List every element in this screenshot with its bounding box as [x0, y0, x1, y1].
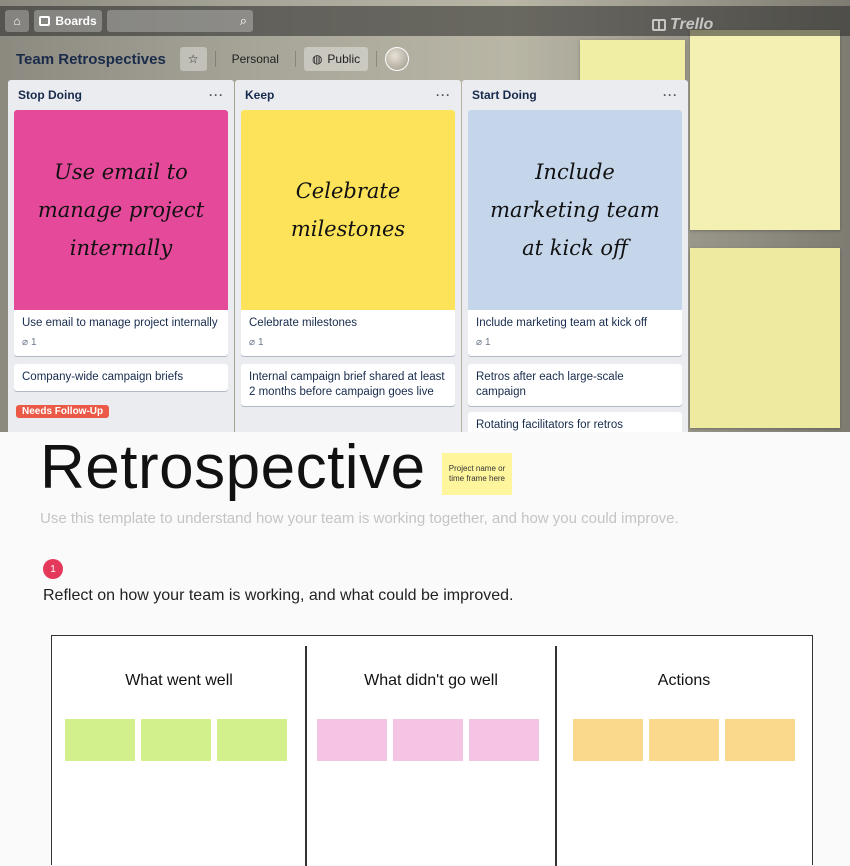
- column-title: Actions: [657, 672, 711, 689]
- personal-label: Personal: [231, 52, 279, 66]
- template-description: Use this template to understand how your…: [40, 510, 679, 527]
- top-nav-bar: ⌂ Boards ⌕ Trello: [0, 6, 850, 36]
- list-keep: Keep ··· Celebrate milestones Celebrate …: [235, 80, 461, 432]
- board-header: Team Retrospectives ☆ Personal ◍ Public: [10, 44, 410, 74]
- card-title: Celebrate milestones: [249, 317, 358, 329]
- wall-sticky-note: [690, 30, 840, 230]
- list-header: Keep ···: [235, 80, 461, 110]
- column-title: What didn't go well: [364, 672, 498, 689]
- avatar[interactable]: [385, 47, 410, 71]
- retrospective-template: Retrospective Project name or time frame…: [0, 432, 850, 866]
- column-what-didnt-go-well: What didn't go well: [306, 636, 556, 865]
- card-label[interactable]: Needs Follow-Up: [16, 405, 110, 418]
- list-start-doing: Start Doing ··· Include marketing team a…: [462, 80, 688, 432]
- card[interactable]: Retros after each large-scale campaign: [468, 364, 682, 406]
- boards-button[interactable]: Boards: [34, 10, 102, 32]
- card[interactable]: Company-wide campaign briefs: [14, 364, 228, 391]
- divider: [376, 51, 378, 67]
- label-text: Needs Follow-Up: [22, 406, 104, 417]
- trello-logo[interactable]: Trello: [652, 16, 713, 34]
- sticky-note[interactable]: [217, 719, 287, 761]
- list-stop-doing: Stop Doing ··· Use email to manage proje…: [8, 80, 234, 432]
- card[interactable]: Rotating facilitators for retros: [468, 412, 682, 432]
- card-title: Internal campaign brief shared at least …: [249, 371, 445, 398]
- list-title[interactable]: Start Doing: [472, 88, 537, 102]
- trello-board-screenshot: ⌂ Boards ⌕ Trello Team Retrospectives ☆ …: [0, 0, 850, 432]
- more-icon[interactable]: ···: [436, 88, 451, 102]
- card-title: Rotating facilitators for retros: [476, 419, 624, 431]
- list-header: Start Doing ···: [462, 80, 688, 110]
- page-title: Retrospective: [40, 433, 426, 502]
- wall-sticky-note: [690, 248, 840, 428]
- card[interactable]: Use email to manage project internally ⌀…: [14, 310, 228, 356]
- card-title: Use email to manage project internally: [22, 317, 218, 329]
- paperclip-icon: ⌀: [249, 337, 256, 348]
- boards-icon: [39, 16, 51, 26]
- home-icon: ⌂: [13, 14, 21, 28]
- search-icon: ⌕: [239, 13, 247, 28]
- project-name-text: Project name or time frame here: [448, 464, 506, 483]
- cover-text: Include marketing team at kick off: [490, 160, 660, 260]
- card-title: Retros after each large-scale campaign: [476, 371, 624, 398]
- card-title: Company-wide campaign briefs: [22, 371, 184, 383]
- star-icon: ☆: [187, 52, 199, 66]
- sticky-note[interactable]: [573, 719, 643, 761]
- sticky-note[interactable]: [141, 719, 211, 761]
- search-input[interactable]: ⌕: [107, 10, 253, 32]
- visibility-button[interactable]: ◍ Public: [303, 47, 369, 71]
- step-number: 1: [50, 563, 56, 575]
- sticky-note[interactable]: [469, 719, 539, 761]
- trello-logo-icon: [652, 19, 666, 31]
- card[interactable]: Celebrate milestones ⌀ 1: [241, 310, 455, 356]
- public-label: Public: [327, 52, 361, 66]
- attachment-badge: ⌀ 1: [22, 335, 220, 350]
- column-actions: Actions: [556, 636, 812, 865]
- column-what-went-well: What went well: [52, 636, 306, 865]
- sticky-note[interactable]: [65, 719, 135, 761]
- card[interactable]: Internal campaign brief shared at least …: [241, 364, 455, 406]
- personal-button[interactable]: Personal: [224, 47, 287, 71]
- more-icon[interactable]: ···: [663, 88, 678, 102]
- project-name-sticky[interactable]: Project name or time frame here: [442, 453, 512, 495]
- sticky-note[interactable]: [317, 719, 387, 761]
- card-cover[interactable]: Celebrate milestones: [241, 110, 455, 310]
- cover-text: Use email to manage project internally: [37, 160, 205, 260]
- list-header: Stop Doing ···: [8, 80, 234, 110]
- sticky-note[interactable]: [725, 719, 795, 761]
- sticky-note[interactable]: [649, 719, 719, 761]
- divider: [214, 51, 216, 67]
- retro-board: What went well What didn't go well Actio…: [51, 635, 813, 866]
- list-title[interactable]: Keep: [245, 88, 274, 102]
- attachment-badge: ⌀ 1: [476, 335, 674, 350]
- attachment-count: 1: [258, 337, 264, 348]
- attachment-badge: ⌀ 1: [249, 335, 447, 350]
- sticky-note[interactable]: [393, 719, 463, 761]
- more-icon[interactable]: ···: [209, 88, 224, 102]
- trello-brand-text: Trello: [670, 16, 714, 33]
- attachment-count: 1: [485, 337, 491, 348]
- card-title: Include marketing team at kick off: [476, 317, 648, 329]
- star-board-button[interactable]: ☆: [179, 47, 207, 71]
- list-title[interactable]: Stop Doing: [18, 88, 82, 102]
- step-number-badge: 1: [43, 559, 63, 579]
- step-instruction: Reflect on how your team is working, and…: [43, 587, 514, 604]
- board-title[interactable]: Team Retrospectives: [10, 51, 172, 68]
- divider: [294, 51, 296, 67]
- attachment-count: 1: [31, 337, 37, 348]
- cover-text: Celebrate milestones: [290, 179, 406, 241]
- card-cover[interactable]: Include marketing team at kick off: [468, 110, 682, 310]
- paperclip-icon: ⌀: [22, 337, 29, 348]
- card-cover[interactable]: Use email to manage project internally: [14, 110, 228, 310]
- home-button[interactable]: ⌂: [5, 10, 29, 32]
- paperclip-icon: ⌀: [476, 337, 483, 348]
- boards-label: Boards: [55, 14, 97, 28]
- globe-icon: ◍: [311, 52, 323, 66]
- column-title: What went well: [125, 672, 233, 689]
- card[interactable]: Include marketing team at kick off ⌀ 1: [468, 310, 682, 356]
